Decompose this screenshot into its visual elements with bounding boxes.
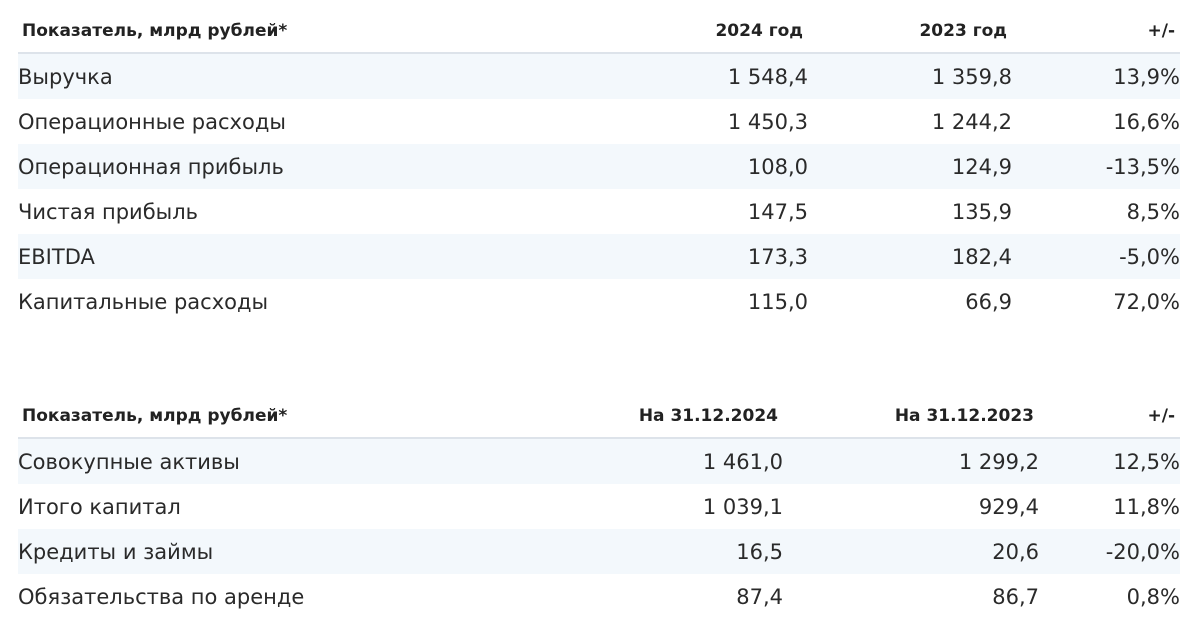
row-label: Выручка	[18, 53, 608, 99]
value-change: -5,0%	[1012, 234, 1180, 279]
value-change: 12,5%	[1039, 438, 1180, 484]
value-2023: 929,4	[783, 484, 1039, 529]
value-2023: 66,9	[808, 279, 1012, 324]
value-change: 13,9%	[1012, 53, 1180, 99]
row-label: EBITDA	[18, 234, 608, 279]
income-statement-table: Показатель, млрд рублей* 2024 год 2023 г…	[18, 9, 1180, 324]
balance-sheet-table: Показатель, млрд рублей* На 31.12.2024 Н…	[18, 394, 1180, 619]
value-2023: 86,7	[783, 574, 1039, 619]
row-label: Операционные расходы	[18, 99, 608, 144]
header-date-2023: На 31.12.2023	[783, 394, 1039, 439]
value-2023: 1 244,2	[808, 99, 1012, 144]
header-indicator: Показатель, млрд рублей*	[18, 9, 608, 54]
header-year-2023: 2023 год	[808, 9, 1012, 54]
table-row: Выручка 1 548,4 1 359,8 13,9%	[18, 53, 1180, 99]
value-2024: 108,0	[608, 144, 808, 189]
header-change: +/-	[1012, 9, 1180, 54]
row-label: Совокупные активы	[18, 438, 583, 484]
table-header-row: Показатель, млрд рублей* 2024 год 2023 г…	[18, 9, 1180, 54]
value-2024: 1 039,1	[583, 484, 783, 529]
value-2023: 135,9	[808, 189, 1012, 234]
value-change: -20,0%	[1039, 529, 1180, 574]
table-row: Чистая прибыль 147,5 135,9 8,5%	[18, 189, 1180, 234]
value-change: 11,8%	[1039, 484, 1180, 529]
table-row: Операционная прибыль 108,0 124,9 -13,5%	[18, 144, 1180, 189]
header-date-2024: На 31.12.2024	[583, 394, 783, 439]
value-change: 16,6%	[1012, 99, 1180, 144]
value-2023: 182,4	[808, 234, 1012, 279]
row-label: Итого капитал	[18, 484, 583, 529]
header-year-2024: 2024 год	[608, 9, 808, 54]
value-2024: 173,3	[608, 234, 808, 279]
value-2023: 1 299,2	[783, 438, 1039, 484]
value-change: -13,5%	[1012, 144, 1180, 189]
value-2024: 147,5	[608, 189, 808, 234]
value-change: 8,5%	[1012, 189, 1180, 234]
value-change: 72,0%	[1012, 279, 1180, 324]
table-row: EBITDA 173,3 182,4 -5,0%	[18, 234, 1180, 279]
header-change: +/-	[1039, 394, 1180, 439]
header-indicator: Показатель, млрд рублей*	[18, 394, 583, 439]
value-2024: 87,4	[583, 574, 783, 619]
row-label: Чистая прибыль	[18, 189, 608, 234]
value-2023: 20,6	[783, 529, 1039, 574]
value-2024: 115,0	[608, 279, 808, 324]
table-header-row: Показатель, млрд рублей* На 31.12.2024 Н…	[18, 394, 1180, 439]
value-2023: 124,9	[808, 144, 1012, 189]
value-2024: 1 450,3	[608, 99, 808, 144]
value-2024: 16,5	[583, 529, 783, 574]
value-2024: 1 548,4	[608, 53, 808, 99]
row-label: Операционная прибыль	[18, 144, 608, 189]
value-2023: 1 359,8	[808, 53, 1012, 99]
table-row: Операционные расходы 1 450,3 1 244,2 16,…	[18, 99, 1180, 144]
value-change: 0,8%	[1039, 574, 1180, 619]
table-row: Обязательства по аренде 87,4 86,7 0,8%	[18, 574, 1180, 619]
table-row: Итого капитал 1 039,1 929,4 11,8%	[18, 484, 1180, 529]
row-label: Капитальные расходы	[18, 279, 608, 324]
value-2024: 1 461,0	[583, 438, 783, 484]
row-label: Кредиты и займы	[18, 529, 583, 574]
table-row: Совокупные активы 1 461,0 1 299,2 12,5%	[18, 438, 1180, 484]
table-row: Кредиты и займы 16,5 20,6 -20,0%	[18, 529, 1180, 574]
row-label: Обязательства по аренде	[18, 574, 583, 619]
table-row: Капитальные расходы 115,0 66,9 72,0%	[18, 279, 1180, 324]
